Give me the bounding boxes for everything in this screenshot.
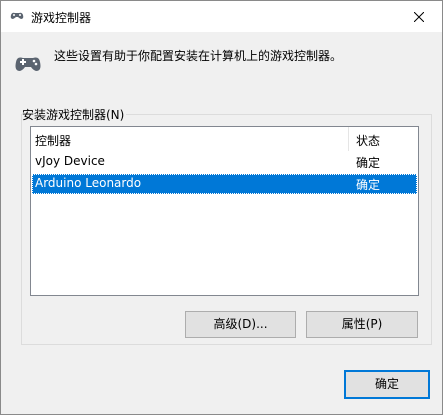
- column-header-controller[interactable]: 控制器: [35, 132, 71, 149]
- close-icon: [414, 11, 424, 22]
- controller-name: vJoy Device: [35, 154, 105, 168]
- controller-status: 确定: [356, 178, 381, 192]
- list-header: 控制器 状态: [31, 127, 418, 151]
- ok-button[interactable]: 确定: [344, 370, 430, 399]
- description-text: 这些设置有助于你配置安装在计算机上的游戏控制器。: [54, 49, 343, 63]
- controllers-list[interactable]: 控制器 状态 vJoy Device 确定 Arduino Leonardo 确…: [30, 126, 419, 296]
- properties-button[interactable]: 属性(P): [306, 311, 418, 338]
- game-controllers-dialog: 游戏控制器 这些设置有助于你配置安装在计算机上的游戏控制器。 安装游戏控制器(N…: [0, 0, 443, 415]
- advanced-button[interactable]: 高级(D)...: [185, 311, 296, 338]
- controller-status: 确定: [356, 156, 381, 170]
- column-divider[interactable]: [348, 127, 349, 151]
- close-button[interactable]: [396, 1, 442, 32]
- list-item[interactable]: vJoy Device 确定: [32, 152, 417, 172]
- controller-name: Arduino Leonardo: [35, 176, 142, 190]
- gamepad-icon: [10, 12, 24, 19]
- column-header-status[interactable]: 状态: [356, 132, 380, 149]
- group-label: 安装游戏控制器(N): [22, 106, 127, 123]
- window-title: 游戏控制器: [31, 11, 92, 25]
- gamepad-icon: [15, 57, 41, 71]
- list-item-selected[interactable]: Arduino Leonardo 确定: [32, 174, 417, 194]
- title-bar: 游戏控制器: [1, 1, 442, 32]
